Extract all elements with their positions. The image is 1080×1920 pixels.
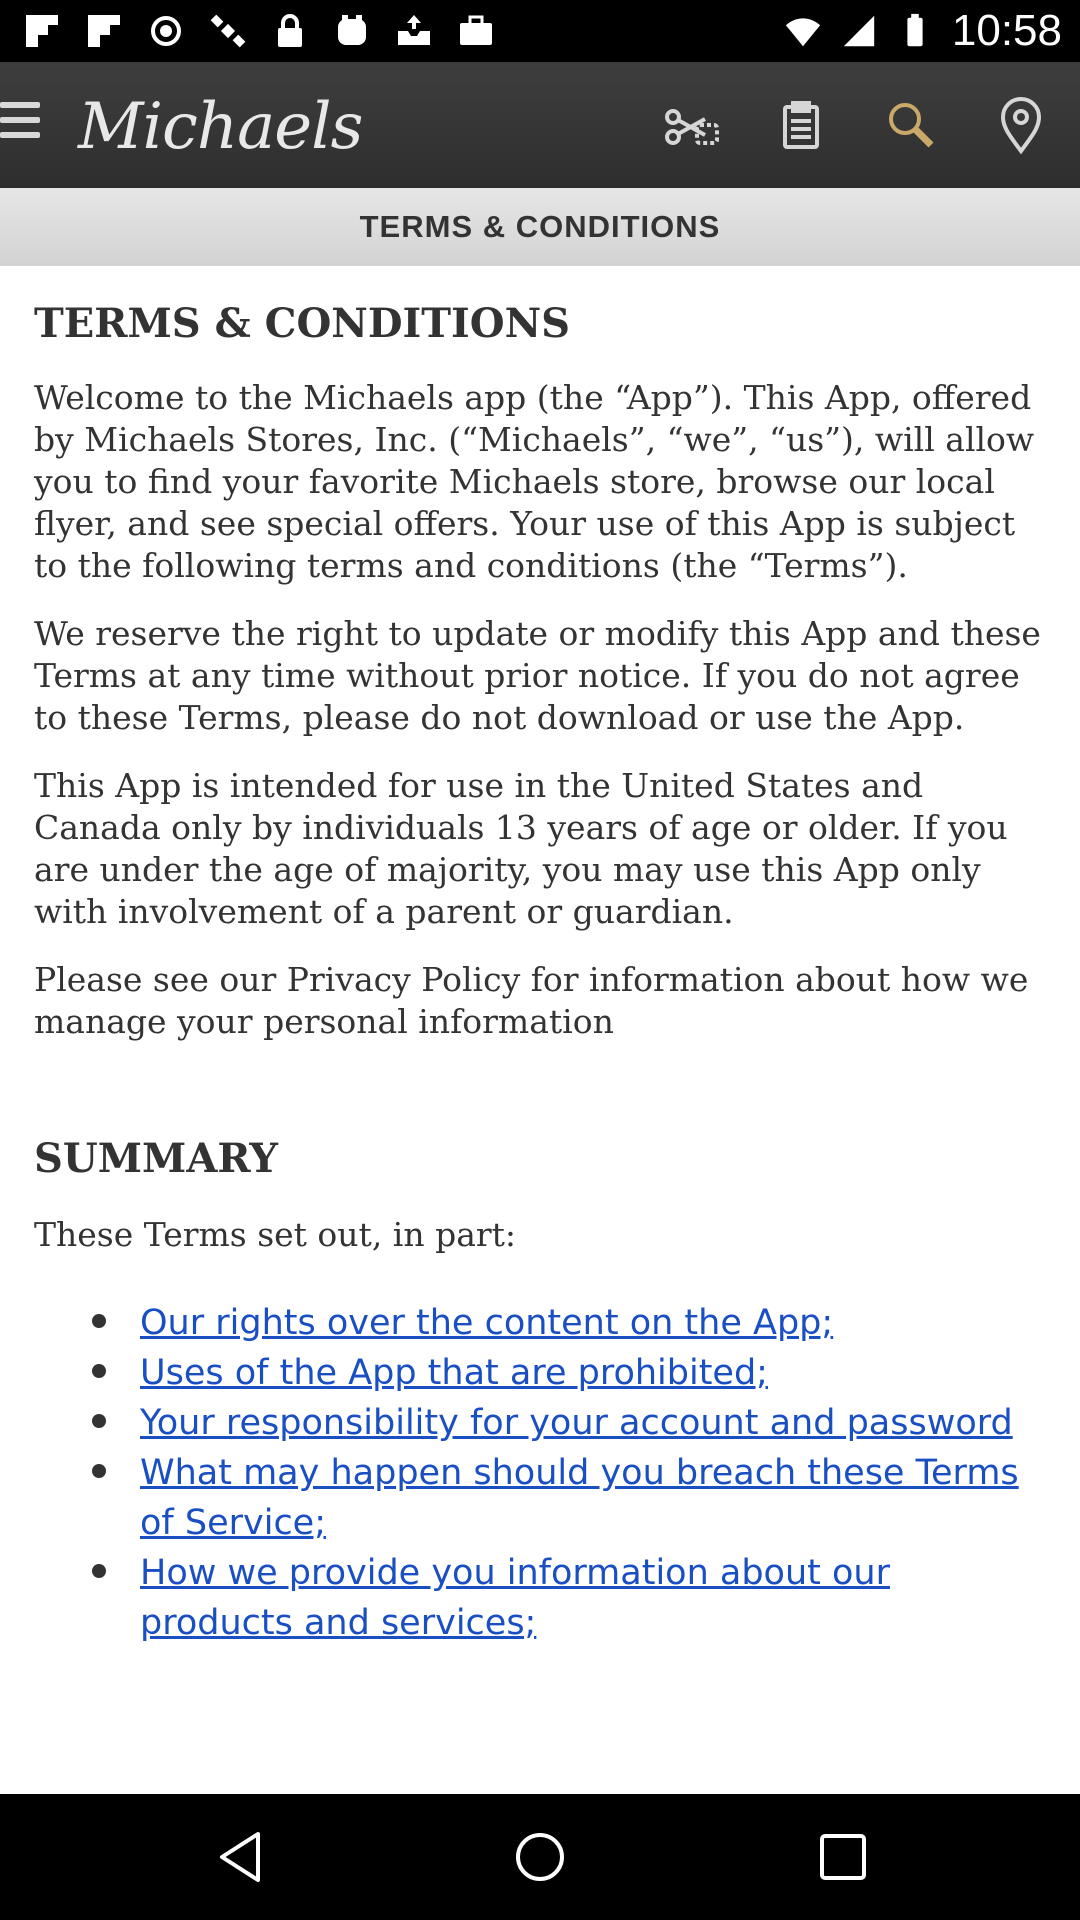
- flipboard-icon: [26, 15, 58, 47]
- search-icon[interactable]: [878, 92, 944, 158]
- satellite-icon: [210, 14, 246, 48]
- bullet: [92, 1314, 106, 1328]
- location-pin-icon[interactable]: [988, 92, 1054, 158]
- app-bar-actions: [658, 92, 1054, 158]
- terms-heading: TERMS & CONDITIONS: [34, 300, 571, 347]
- back-icon[interactable]: [210, 1826, 272, 1888]
- recents-icon[interactable]: [812, 1826, 874, 1888]
- summary-list-item: What may happen should you breach these …: [92, 1448, 1046, 1548]
- shopping-list-icon[interactable]: [768, 92, 834, 158]
- briefcase-icon: [460, 15, 492, 45]
- section-title: TERMS & CONDITIONS: [359, 209, 721, 244]
- signal-icon: [843, 15, 875, 47]
- section-header: TERMS & CONDITIONS: [0, 188, 1080, 267]
- home-icon[interactable]: [509, 1826, 571, 1888]
- summary-link[interactable]: Our rights over the content on the App;: [140, 1303, 833, 1343]
- summary-link[interactable]: Your responsibility for your account and…: [140, 1403, 1013, 1443]
- summary-link[interactable]: How we provide you information about our…: [140, 1553, 890, 1643]
- status-notification-icons: [22, 8, 496, 54]
- navigation-bar: [0, 1794, 1080, 1920]
- app-bar: Michaels: [0, 62, 1080, 188]
- terms-paragraph: This App is intended for use in the Unit…: [34, 766, 1008, 931]
- wifi-icon: [785, 18, 820, 47]
- status-time: 10:58: [951, 6, 1062, 55]
- brand-logo: Michaels: [78, 90, 363, 164]
- summary-list: Our rights over the content on the App; …: [34, 1298, 1046, 1648]
- summary-list-item: Uses of the App that are prohibited;: [92, 1348, 1046, 1398]
- battery-icon: [907, 13, 923, 47]
- status-bar: 10:58: [0, 0, 1080, 62]
- terms-paragraph: Please see our Privacy Policy for inform…: [34, 960, 1029, 1041]
- summary-intro: These Terms set out, in part:: [34, 1215, 517, 1254]
- terms-paragraph: Welcome to the Michaels app (the “App”).…: [34, 378, 1035, 585]
- coupon-scissors-icon[interactable]: [658, 92, 724, 158]
- gamepad-icon: [338, 15, 366, 45]
- bullet: [92, 1564, 106, 1578]
- bullet: [92, 1364, 106, 1378]
- bullet: [92, 1464, 106, 1478]
- summary-link[interactable]: Uses of the App that are prohibited;: [140, 1353, 768, 1393]
- summary-list-item: Your responsibility for your account and…: [92, 1398, 1046, 1448]
- menu-icon[interactable]: [0, 102, 40, 148]
- inbox-upload-icon: [398, 15, 430, 45]
- gps-icon: [151, 16, 181, 46]
- flipboard-icon: [88, 15, 120, 47]
- terms-content[interactable]: TERMS & CONDITIONS Welcome to the Michae…: [0, 266, 1080, 1794]
- lock-icon: [278, 14, 302, 47]
- summary-list-item: How we provide you information about our…: [92, 1548, 1046, 1648]
- summary-heading: SUMMARY: [34, 1135, 278, 1182]
- summary-list-item: Our rights over the content on the App;: [92, 1298, 1046, 1348]
- bullet: [92, 1414, 106, 1428]
- summary-link[interactable]: What may happen should you breach these …: [140, 1453, 1019, 1543]
- status-system-icons: 10:58: [784, 6, 1062, 55]
- terms-paragraph: We reserve the right to update or modify…: [34, 614, 1041, 737]
